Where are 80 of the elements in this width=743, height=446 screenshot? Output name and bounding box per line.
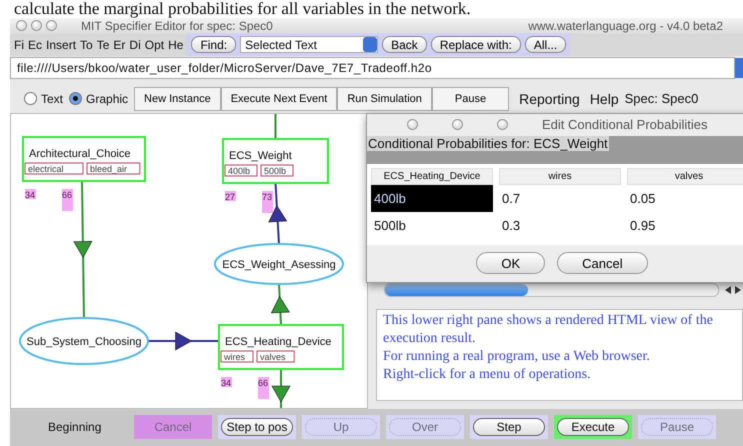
state-tag: valves: [256, 350, 295, 362]
node-label: Architectural_Choice: [29, 148, 130, 160]
dialog-header: Conditional Probabilities for: ECS_Weight: [367, 136, 609, 151]
menu-item[interactable]: Di: [127, 38, 143, 52]
menu-item[interactable]: Opt: [142, 38, 166, 52]
column-header[interactable]: ECS_Heating_Device: [371, 168, 493, 185]
edge-arrow: [271, 368, 291, 408]
menu-item[interactable]: Er: [111, 38, 128, 52]
table-cell[interactable]: 0.3: [499, 212, 627, 239]
menu-item[interactable]: Ec: [26, 38, 44, 52]
node-label: Sub_System_Choosing: [26, 336, 142, 348]
menu-item[interactable]: To: [78, 38, 95, 52]
radio-button[interactable]: [24, 92, 37, 106]
column-header[interactable]: wires: [499, 168, 621, 185]
version-label: www.waterlanguage.org - v4.0 beta2: [528, 18, 723, 33]
close-icon[interactable]: [16, 20, 27, 32]
pane-text: For running a real program, use a Web browser.: [383, 348, 651, 366]
process-node[interactable]: [19, 316, 149, 365]
toolbar-button[interactable]: Pause: [432, 86, 510, 111]
path-field[interactable]: file:////Users/bkoo/water_user_folder/MicroServer/Dave_7E7_Tradeoff.h2o: [10, 57, 735, 80]
probability-count: 66: [62, 188, 73, 211]
edge-arrow: [270, 284, 290, 325]
menu-item[interactable]: Help: [590, 90, 619, 107]
stepper-icon[interactable]: [735, 58, 743, 78]
caption-text: calculate the marginal probabilities for all variables in the network.: [13, 0, 472, 18]
menu-item[interactable]: Te: [94, 38, 112, 52]
dialog-button[interactable]: Cancel: [557, 252, 648, 274]
radio-button[interactable]: [69, 92, 82, 106]
dialog-title: Edit Conditional Probabilities: [542, 117, 708, 132]
close-icon[interactable]: [407, 119, 418, 130]
process-node[interactable]: [214, 242, 344, 285]
find-action-button[interactable]: Replace with:: [430, 36, 521, 54]
dialog-button[interactable]: OK: [476, 252, 546, 274]
step-button[interactable]: Execute: [557, 418, 629, 436]
radio-label: Graphic: [86, 92, 128, 106]
scroll-arrows-icon[interactable]: [723, 284, 743, 295]
menu-item[interactable]: Insert: [44, 38, 78, 52]
node-label: ECS_Heating_Device: [225, 336, 332, 348]
table-cell[interactable]: 0.7: [499, 184, 627, 212]
step-button[interactable]: Step to pos: [221, 418, 293, 436]
node-label: ECS_Weight_Asessing: [222, 258, 336, 271]
toolbar-button[interactable]: Run Simulation: [337, 86, 432, 111]
spec-label: Spec: Spec0: [624, 91, 698, 106]
find-action-button[interactable]: All...: [524, 36, 566, 54]
state-tag: wires: [220, 350, 254, 362]
state-tag: 500lb: [260, 164, 294, 176]
menu-item[interactable]: He: [166, 38, 186, 52]
minimize-icon[interactable]: [31, 20, 42, 32]
pane-text: This lower right pane shows a rendered HTML view of the execution result.: [383, 312, 714, 348]
status-label: Beginning: [48, 420, 102, 434]
find-dropdown[interactable]: Selected Text: [240, 36, 378, 54]
state-tag: 400lb: [224, 164, 258, 176]
probability-count: 27: [225, 190, 236, 202]
step-button[interactable]: Step: [473, 418, 545, 436]
menu-item[interactable]: Reporting: [519, 90, 580, 107]
toolbar-button[interactable]: New Instance: [134, 86, 221, 111]
window-title: MIT Specifier Editor for spec: Spec0: [81, 18, 273, 33]
table-cell[interactable]: 500lb: [371, 212, 499, 239]
toolbar-button[interactable]: Execute Next Event: [220, 86, 338, 111]
state-tag: electrical: [24, 162, 84, 174]
scrollbar[interactable]: [384, 282, 719, 297]
find-action-button[interactable]: Back: [382, 36, 427, 54]
pane-text: Right-click for a menu of operations.: [383, 366, 592, 384]
table-cell[interactable]: 0.05: [627, 184, 743, 212]
node-label: ECS_Weight: [229, 150, 292, 162]
probability-count: 34: [221, 376, 232, 388]
state-tag: bleed_air: [86, 162, 140, 174]
column-header[interactable]: valves: [627, 168, 743, 185]
find-button[interactable]: Find:: [191, 36, 236, 54]
table-cell[interactable]: 0.95: [627, 212, 743, 239]
minimize-icon[interactable]: [452, 119, 463, 130]
probability-count: 66: [258, 376, 269, 399]
zoom-icon[interactable]: [46, 20, 57, 32]
radio-label: Text: [41, 92, 64, 106]
table-cell[interactable]: 400lb: [371, 184, 493, 212]
zoom-icon[interactable]: [497, 119, 508, 130]
edge-arrow: [148, 331, 219, 350]
menu-item[interactable]: Fi: [12, 38, 26, 52]
probability-count: 73: [262, 190, 273, 213]
probability-count: 34: [25, 188, 36, 200]
